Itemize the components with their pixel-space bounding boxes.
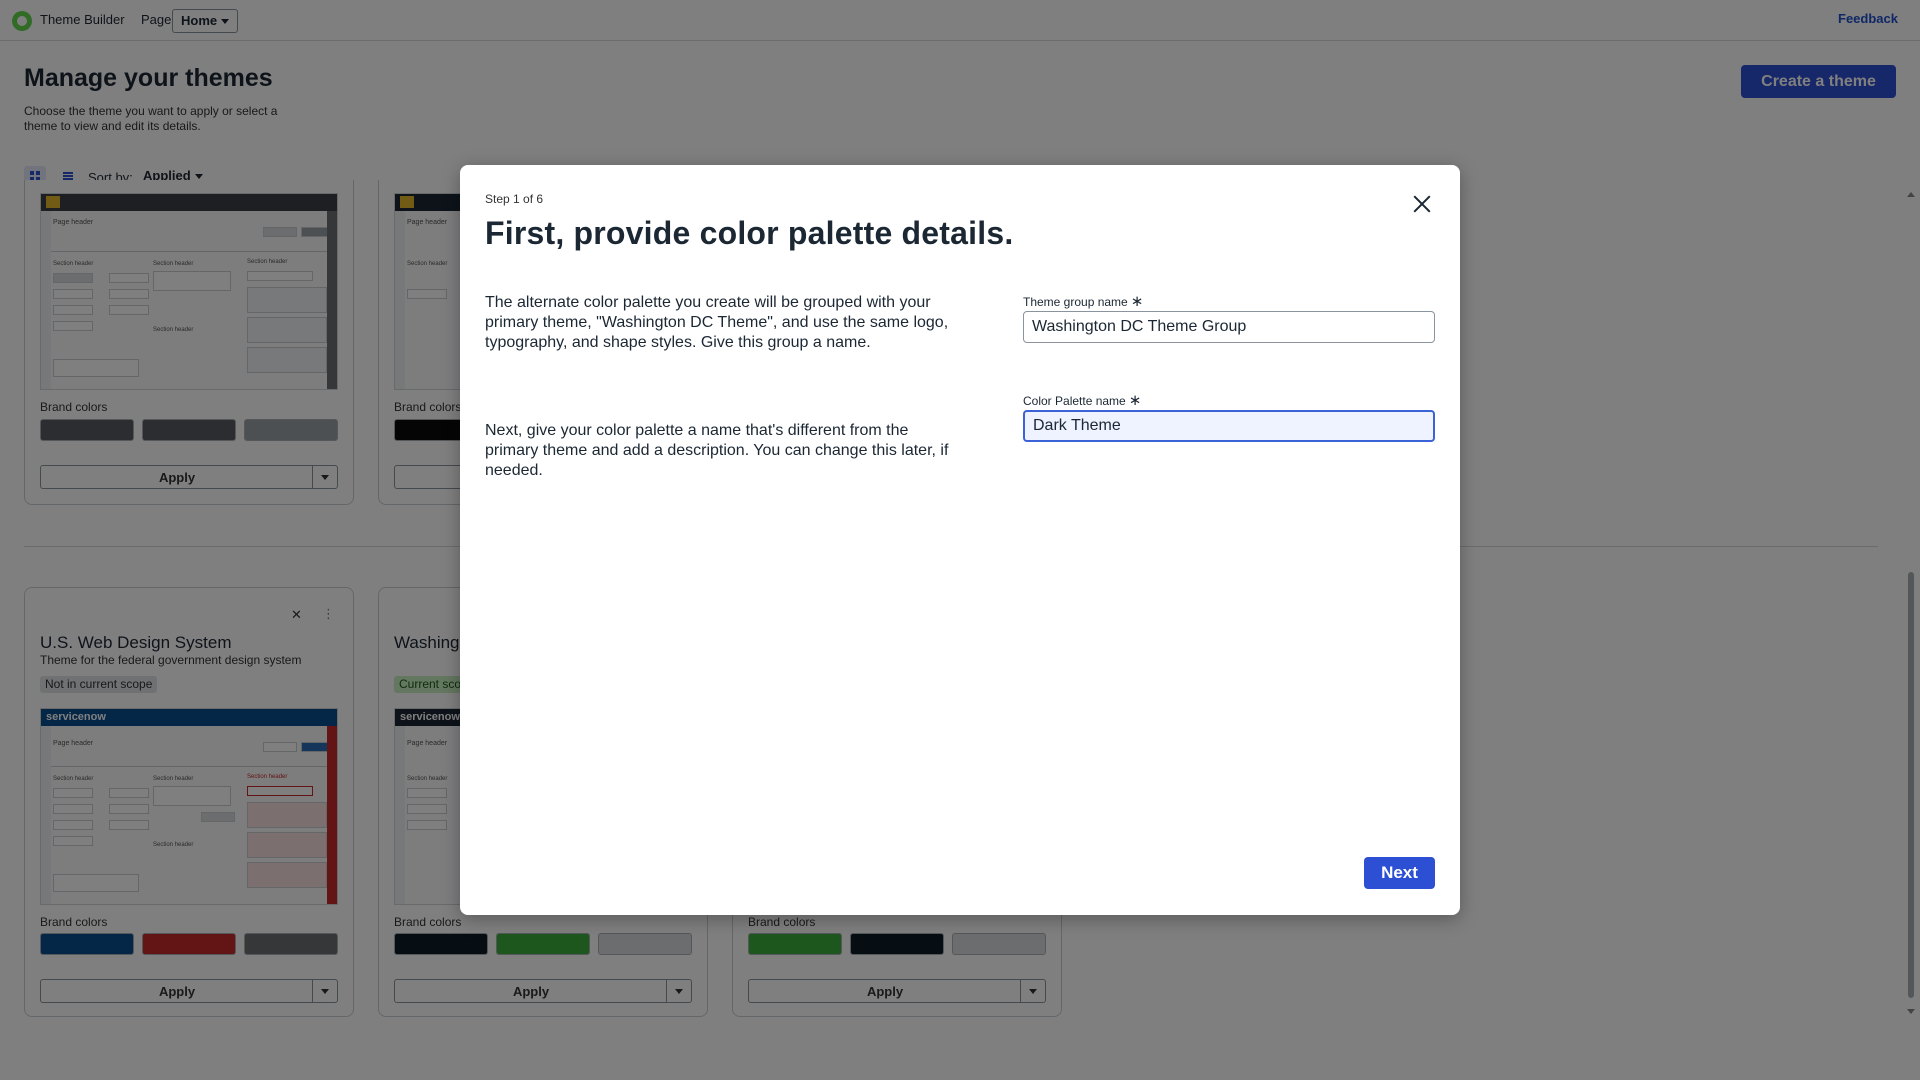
- color-palette-name-input[interactable]: [1023, 410, 1435, 442]
- group-description: The alternate color palette you create w…: [485, 294, 949, 351]
- theme-group-name-input[interactable]: [1023, 311, 1435, 343]
- close-icon[interactable]: [1410, 192, 1434, 216]
- palette-description: Next, give your color palette a name tha…: [485, 422, 949, 479]
- color-palette-name-label: Color Palette name ∗: [1023, 391, 1141, 409]
- theme-group-name-label-text: Theme group name: [1023, 295, 1128, 309]
- create-palette-modal: Step 1 of 6 First, provide color palette…: [460, 165, 1460, 915]
- step-indicator: Step 1 of 6: [485, 192, 544, 206]
- color-palette-name-label-text: Color Palette name: [1023, 394, 1126, 408]
- required-asterisk-icon: ∗: [1128, 392, 1142, 409]
- modal-title: First, provide color palette details.: [485, 215, 1014, 251]
- required-asterisk-icon: ∗: [1130, 293, 1144, 310]
- theme-group-name-label: Theme group name ∗: [1023, 292, 1143, 310]
- next-button[interactable]: Next: [1364, 857, 1435, 889]
